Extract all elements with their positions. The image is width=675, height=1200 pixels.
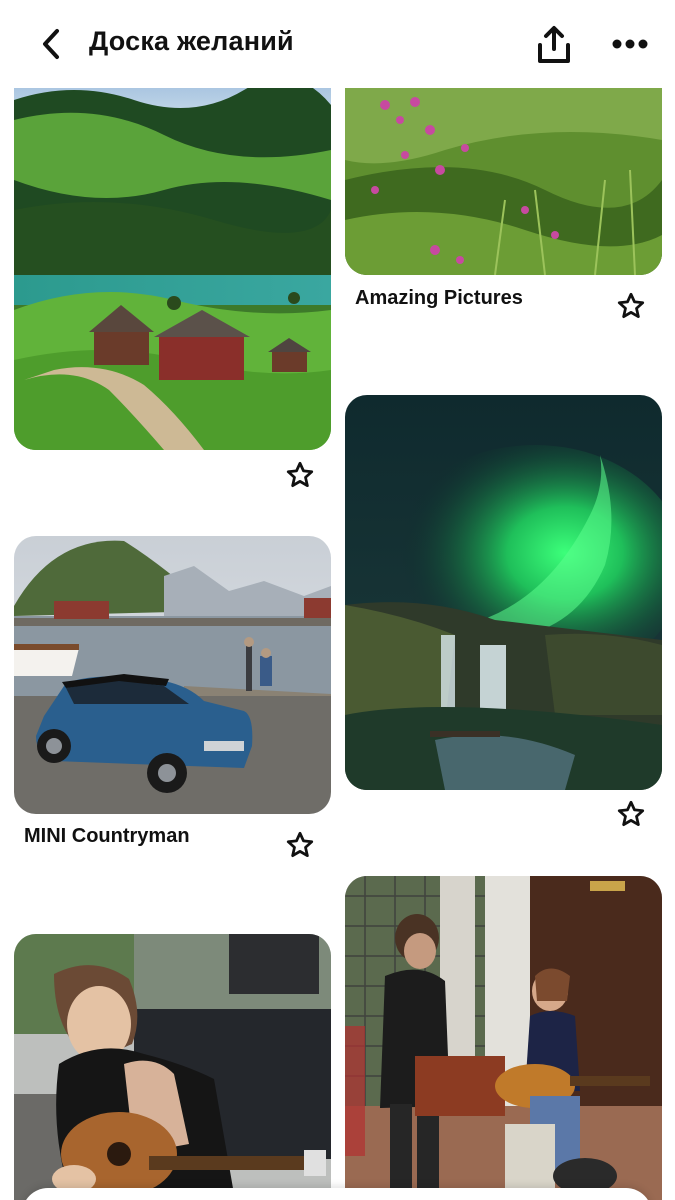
page-title: Доска желаний [89, 26, 294, 56]
pin-image-flowers-meadow[interactable] [345, 60, 662, 275]
save-star-button[interactable] [614, 797, 648, 831]
bottom-sheet-edge [22, 1188, 652, 1200]
share-icon [538, 26, 570, 63]
star-outline-icon [617, 800, 645, 826]
pin-image-aurora-waterfall[interactable] [345, 395, 662, 790]
pin-title-flowers-meadow[interactable]: Amazing Pictures [355, 287, 523, 310]
pin-image-guitar-girl[interactable] [14, 934, 331, 1200]
star-outline-icon [286, 831, 314, 857]
back-button[interactable] [34, 26, 68, 62]
more-horizontal-icon [612, 39, 648, 49]
save-star-button[interactable] [283, 828, 317, 862]
pin-image-alpine-village[interactable] [14, 60, 331, 450]
more-options-button[interactable] [608, 30, 652, 58]
share-button[interactable] [534, 24, 574, 66]
chevron-left-icon [43, 29, 59, 59]
star-outline-icon [286, 461, 314, 487]
star-outline-icon [617, 292, 645, 318]
save-star-button[interactable] [283, 458, 317, 492]
save-star-button[interactable] [614, 289, 648, 323]
pin-image-mini-countryman[interactable] [14, 536, 331, 814]
top-bar: Доска желаний [0, 0, 675, 88]
pin-title-mini-countryman[interactable]: MINI Countryman [24, 825, 190, 848]
pin-image-street-musicians[interactable] [345, 876, 662, 1200]
